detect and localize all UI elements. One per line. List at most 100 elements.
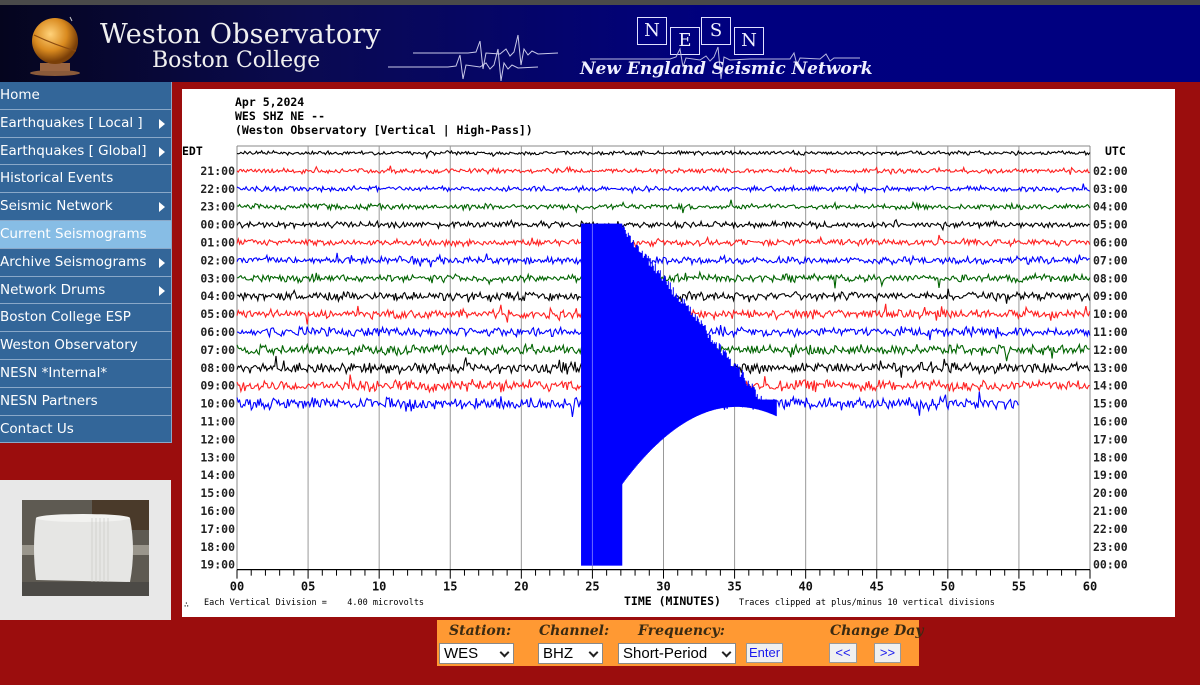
clip-note: Traces clipped at plus/minus 10 vertical… (739, 598, 995, 608)
next-day-button[interactable]: >> (874, 643, 901, 663)
frequency-select[interactable]: Short-Period (618, 643, 736, 664)
edt-hour-label: 06:00 (200, 325, 235, 339)
globe-logo-icon (30, 16, 80, 76)
edt-hour-label: 04:00 (200, 289, 235, 303)
submenu-arrow-icon (159, 285, 165, 296)
scale-note: Each Vertical Division = 4.00 microvolts (204, 598, 424, 608)
sidebar-item-label: Weston Observatory (0, 337, 138, 354)
edt-hour-label: 23:00 (200, 200, 235, 214)
sidebar-item-label: Earthquakes [ Global] (0, 142, 147, 159)
utc-hour-label: 22:00 (1093, 522, 1128, 536)
edt-hour-label: 14:00 (200, 468, 235, 482)
utc-hour-label: 06:00 (1093, 236, 1128, 250)
edt-hour-label: 01:00 (200, 236, 235, 250)
sidebar-item-label: Network Drums (0, 281, 106, 298)
submenu-arrow-icon (159, 257, 165, 268)
utc-hour-label: 08:00 (1093, 271, 1128, 285)
x-tick-label: 05 (301, 580, 315, 594)
chevron-down-icon (499, 647, 510, 658)
x-tick-label: 20 (514, 580, 528, 594)
utc-hour-label: 13:00 (1093, 361, 1128, 375)
utc-hour-label: 19:00 (1093, 468, 1128, 482)
enter-button[interactable]: Enter (746, 643, 783, 663)
nesn-letter-s: S (701, 17, 731, 45)
sidebar-item-home[interactable]: Home (0, 82, 172, 110)
site-subtitle: Boston College (152, 48, 321, 73)
edt-hour-label: 00:00 (200, 218, 235, 232)
submenu-arrow-icon (159, 118, 165, 129)
edt-hour-label: 15:00 (200, 486, 235, 500)
change-day-label: Change Day (830, 623, 924, 639)
corner-mark: ∴ (184, 600, 189, 609)
x-tick-label: 00 (230, 580, 244, 594)
channel-select[interactable]: BHZ (538, 643, 603, 664)
sidebar-item-label: Historical Events (0, 170, 114, 187)
sidebar-item-label: Current Seismograms (0, 225, 147, 242)
chevron-down-icon (588, 647, 599, 658)
utc-hour-label: 00:00 (1093, 558, 1128, 572)
utc-hour-label: 10:00 (1093, 307, 1128, 321)
utc-hour-label: 15:00 (1093, 397, 1128, 411)
x-tick-label: 55 (1012, 580, 1026, 594)
utc-hour-label: 17:00 (1093, 432, 1128, 446)
utc-hour-label: 20:00 (1093, 486, 1128, 500)
sidebar-item-network-drums[interactable]: Network Drums (0, 276, 172, 305)
sidebar-item-boston-college-esp[interactable]: Boston College ESP (0, 304, 172, 333)
station-select-value: WES (444, 645, 479, 662)
sidebar-item-label: NESN *Internal* (0, 364, 108, 381)
sidebar-item-seismic-network[interactable]: Seismic Network (0, 193, 172, 221)
sidebar-item-current-seismograms[interactable]: Current Seismograms (0, 220, 172, 249)
seismogram-date: Apr 5,2024 (235, 95, 304, 109)
sidebar-item-nesn-partners[interactable]: NESN Partners (0, 387, 172, 416)
channel-select-value: BHZ (543, 645, 573, 662)
seismogram-panel: Apr 5,2024 WES SHZ NE -- (Weston Observa… (182, 89, 1175, 617)
seismogram-station: WES SHZ NE -- (235, 109, 325, 123)
edt-hour-label: 05:00 (200, 307, 235, 321)
seismic-wave-decoration-icon (388, 34, 558, 81)
x-tick-label: 25 (585, 580, 599, 594)
utc-hour-label: 04:00 (1093, 200, 1128, 214)
sidebar-item-weston-observatory[interactable]: Weston Observatory (0, 332, 172, 360)
left-timezone-label: EDT (182, 144, 203, 158)
sidebar-item-historical-events[interactable]: Historical Events (0, 165, 172, 194)
right-timezone-label: UTC (1105, 144, 1126, 158)
event-coda (621, 225, 777, 485)
edt-hour-label: 13:00 (200, 450, 235, 464)
utc-hour-label: 07:00 (1093, 253, 1128, 267)
seismogram-chart: Apr 5,2024 WES SHZ NE -- (Weston Observa… (182, 95, 1128, 609)
sidebar-item-earthquakes-local[interactable]: Earthquakes [ Local ] (0, 109, 172, 138)
site-header: Weston Observatory Boston College N E S … (0, 5, 1200, 82)
edt-hour-label: 02:00 (200, 253, 235, 267)
x-axis-title: TIME (MINUTES) (624, 594, 721, 608)
edt-hour-label: 09:00 (200, 379, 235, 393)
sidebar-item-contact-us[interactable]: Contact Us (0, 415, 172, 444)
seismogram-controls: Station: Channel: Frequency: Change Day … (437, 620, 924, 666)
previous-day-button[interactable]: << (829, 643, 857, 663)
station-select[interactable]: WES (439, 643, 514, 664)
edt-hour-label: 21:00 (200, 164, 235, 178)
submenu-arrow-icon (159, 146, 165, 157)
utc-hour-label: 05:00 (1093, 218, 1128, 232)
submenu-arrow-icon (159, 202, 165, 213)
sidebar-item-label: Contact Us (0, 420, 74, 437)
seismograph-drum-image (22, 500, 149, 596)
utc-hour-label: 14:00 (1093, 379, 1128, 393)
edt-hour-label: 16:00 (200, 504, 235, 518)
sidebar-nav: Home Earthquakes [ Local ] Earthquakes [ G… (0, 82, 172, 444)
sidebar-item-label: Boston College ESP (0, 309, 131, 326)
edt-hour-label: 10:00 (200, 397, 235, 411)
edt-hour-label: 11:00 (200, 415, 235, 429)
sidebar-item-earthquakes-global[interactable]: Earthquakes [ Global] (0, 137, 172, 166)
sidebar-item-archive-seismograms[interactable]: Archive Seismograms (0, 248, 172, 277)
event-clipped-block (581, 223, 623, 566)
x-tick-label: 10 (372, 580, 386, 594)
drum-photo-panel (0, 480, 171, 620)
x-tick-label: 60 (1083, 580, 1097, 594)
utc-hour-label: 11:00 (1093, 325, 1128, 339)
sidebar-item-label: Seismic Network (0, 198, 113, 215)
sidebar-item-nesn-internal[interactable]: NESN *Internal* (0, 359, 172, 388)
utc-hour-label: 23:00 (1093, 540, 1128, 554)
utc-hour-label: 16:00 (1093, 415, 1128, 429)
x-tick-label: 15 (443, 580, 457, 594)
frequency-select-value: Short-Period (623, 645, 708, 662)
